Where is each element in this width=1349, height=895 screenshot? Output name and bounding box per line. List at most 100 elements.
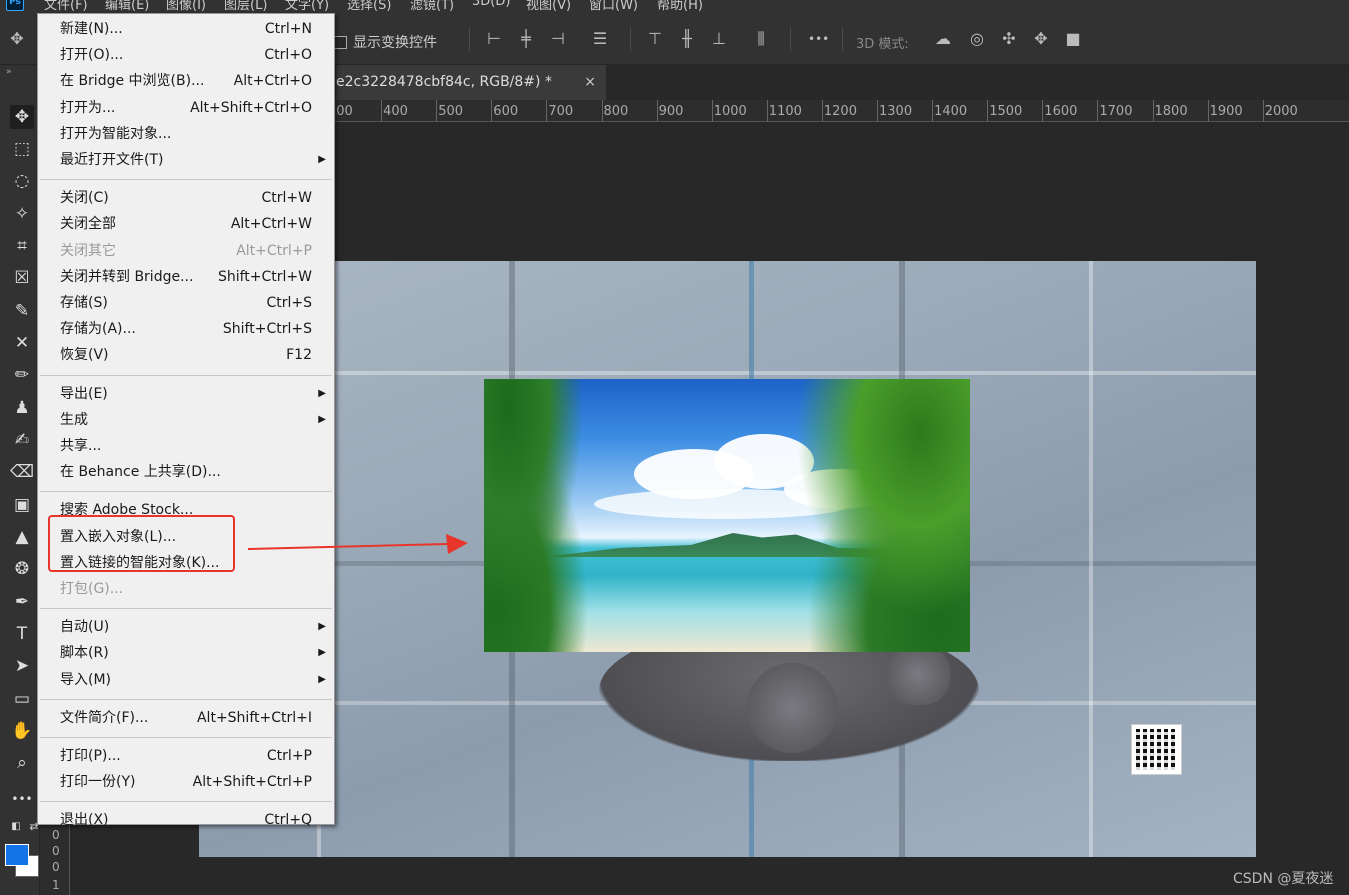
menu-item-shortcut: Ctrl+S bbox=[266, 295, 312, 311]
align-middle-v-icon[interactable]: ╫ bbox=[678, 30, 696, 48]
3d-slide-icon[interactable]: ✥ bbox=[1032, 30, 1050, 48]
move-tool-preset-icon[interactable]: ✥ bbox=[8, 30, 26, 48]
show-transform-controls-checkbox[interactable]: 显示变换控件 bbox=[334, 32, 437, 52]
document-canvas[interactable] bbox=[199, 261, 1256, 857]
gradient-tool-icon[interactable]: ▣ bbox=[10, 493, 34, 517]
menu-item[interactable]: 在 Behance 上共享(D)... bbox=[38, 460, 334, 484]
menu-item-label: 打开为... bbox=[60, 99, 116, 116]
blur-tool-icon[interactable]: ▲ bbox=[10, 525, 34, 549]
brush-tool-icon[interactable]: ✏ bbox=[10, 363, 34, 387]
placed-beach-image[interactable] bbox=[484, 379, 970, 652]
menu-help[interactable]: 帮助(H) bbox=[657, 0, 703, 13]
more-options-button[interactable]: ••• bbox=[808, 30, 829, 48]
distribute-icon[interactable]: ☰ bbox=[591, 30, 609, 48]
menu-edit[interactable]: 编辑(E) bbox=[105, 0, 149, 13]
ruler-tick bbox=[656, 100, 658, 122]
close-tab-icon[interactable]: × bbox=[584, 65, 596, 99]
menu-layer[interactable]: 图层(L) bbox=[224, 0, 267, 13]
crop-tool-icon[interactable]: ⌗ bbox=[10, 234, 34, 258]
marquee-tool-icon[interactable]: ⬚ bbox=[10, 137, 34, 161]
menu-item[interactable]: 关闭并转到 Bridge... Shift+Ctrl+W bbox=[38, 265, 334, 289]
menu-item[interactable]: 关闭(C) Ctrl+W bbox=[38, 186, 334, 210]
menu-image[interactable]: 图像(I) bbox=[166, 0, 206, 13]
menu-item[interactable]: 共享... bbox=[38, 434, 334, 458]
move-tool-icon[interactable]: ✥ bbox=[10, 105, 34, 129]
ruler-tick bbox=[1097, 100, 1099, 122]
3d-roll-icon[interactable]: ◎ bbox=[968, 30, 986, 48]
menu-item[interactable]: 生成 ▶ bbox=[38, 408, 334, 432]
menu-view[interactable]: 视图(V) bbox=[526, 0, 571, 13]
menu-item[interactable]: 自动(U) ▶ bbox=[38, 615, 334, 639]
stamp-tool-icon[interactable]: ♟ bbox=[10, 396, 34, 420]
checkbox-box[interactable] bbox=[334, 35, 347, 49]
path-selection-tool-icon[interactable]: ➤ bbox=[10, 654, 34, 678]
menu-item[interactable]: 打印(P)... Ctrl+P bbox=[38, 744, 334, 768]
hand-tool-icon[interactable]: ✋ bbox=[10, 719, 34, 743]
ruler-tick bbox=[821, 100, 823, 122]
menu-item[interactable]: 打开为智能对象... bbox=[38, 122, 334, 146]
ruler-tick bbox=[381, 100, 383, 122]
menu-item[interactable]: 导入(M) ▶ bbox=[38, 668, 334, 692]
foreground-color-swatch[interactable] bbox=[5, 844, 29, 866]
ruler-label: 600 bbox=[493, 104, 519, 119]
align-top-icon[interactable]: ⊤ bbox=[646, 30, 664, 48]
pen-tool-icon[interactable]: ✒ bbox=[10, 590, 34, 614]
ruler-tick bbox=[1152, 100, 1154, 122]
type-tool-icon[interactable]: T bbox=[10, 622, 34, 646]
ruler-tick bbox=[877, 100, 878, 122]
watermark-text: CSDN @夏夜迷 bbox=[1233, 871, 1334, 887]
menu-item[interactable]: 在 Bridge 中浏览(B)... Alt+Ctrl+O bbox=[38, 69, 334, 93]
zoom-tool-icon[interactable]: ⌕ bbox=[10, 751, 34, 775]
lasso-tool-icon[interactable]: ◌ bbox=[10, 169, 34, 193]
rectangle-tool-icon[interactable]: ▭ bbox=[10, 687, 34, 711]
submenu-arrow-icon: ▶ bbox=[318, 387, 326, 399]
healing-tool-icon[interactable]: ✕ bbox=[10, 331, 34, 355]
menu-file[interactable]: 文件(F) bbox=[44, 0, 88, 13]
menu-item-shortcut: Shift+Ctrl+S bbox=[222, 321, 312, 338]
menu-item-shortcut: Ctrl+P bbox=[266, 748, 312, 764]
3d-pan-icon[interactable]: ✣ bbox=[1000, 30, 1018, 48]
cat-paw-left bbox=[747, 663, 837, 753]
menu-item[interactable]: 文件简介(F)... Alt+Shift+Ctrl+I bbox=[38, 706, 334, 730]
menu-item[interactable]: 导出(E) ▶ bbox=[38, 382, 334, 406]
3d-orbit-icon[interactable]: ☁ bbox=[934, 30, 952, 48]
document-tab[interactable]: e2c3228478cbf84c, RGB/8#) * × bbox=[336, 65, 606, 100]
align-center-h-icon[interactable]: ╪ bbox=[517, 30, 535, 48]
frame-tool-icon[interactable]: ☒ bbox=[10, 266, 34, 290]
distribute-v-icon[interactable]: ⫼ bbox=[752, 30, 770, 48]
menu-item[interactable]: 恢复(V) F12 bbox=[38, 343, 334, 367]
history-brush-tool-icon[interactable]: ✍ bbox=[10, 428, 34, 452]
menu-window[interactable]: 窗口(W) bbox=[589, 0, 638, 13]
dodge-tool-icon[interactable]: ❂ bbox=[10, 557, 34, 581]
menu-item-label: 在 Bridge 中浏览(B)... bbox=[60, 73, 205, 90]
menu-item-label: 关闭(C) bbox=[60, 190, 109, 207]
menu-select[interactable]: 选择(S) bbox=[347, 0, 391, 13]
menu-item[interactable]: 脚本(R) ▶ bbox=[38, 641, 334, 665]
submenu-arrow-icon: ▶ bbox=[318, 154, 326, 165]
menu-item[interactable]: 存储(S) Ctrl+S bbox=[38, 291, 334, 315]
menu-item[interactable]: 打印一份(Y) Alt+Shift+Ctrl+P bbox=[38, 770, 334, 794]
menu-filter[interactable]: 滤镜(T) bbox=[410, 0, 454, 13]
align-bottom-icon[interactable]: ⊥ bbox=[710, 30, 728, 48]
menu-item-label: 关闭全部 bbox=[60, 216, 116, 233]
menu-separator bbox=[40, 801, 332, 803]
collapse-chevron-icon[interactable]: » bbox=[6, 67, 12, 77]
menu-item[interactable]: 最近打开文件(T) ▶ bbox=[38, 148, 334, 172]
magic-wand-tool-icon[interactable]: ✧ bbox=[10, 202, 34, 226]
menu-item[interactable]: 退出(X) Ctrl+Q bbox=[38, 808, 334, 832]
annotation-highlight-box bbox=[48, 515, 235, 572]
eraser-tool-icon[interactable]: ⌫ bbox=[10, 460, 34, 484]
menu-item[interactable]: 存储为(A)... Shift+Ctrl+S bbox=[38, 317, 334, 341]
3d-scale-icon[interactable]: ■ bbox=[1064, 30, 1082, 48]
menu-item[interactable]: 打开(O)... Ctrl+O bbox=[38, 43, 334, 67]
align-right-icon[interactable]: ⊣ bbox=[549, 30, 567, 48]
eyedropper-tool-icon[interactable]: ✎ bbox=[10, 299, 34, 323]
menu-type[interactable]: 文字(Y) bbox=[285, 0, 329, 13]
menu-item[interactable]: 打开为... Alt+Shift+Ctrl+O bbox=[38, 96, 334, 120]
edit-toolbar-icon[interactable]: ••• bbox=[10, 787, 34, 811]
menu-item[interactable]: 新建(N)... Ctrl+N bbox=[38, 17, 334, 41]
menu-item-label: 打开为智能对象... bbox=[60, 125, 172, 142]
align-left-icon[interactable]: ⊢ bbox=[485, 30, 503, 48]
menu-item[interactable]: 关闭全部 Alt+Ctrl+W bbox=[38, 212, 334, 236]
menu-3d[interactable]: 3D(D) bbox=[472, 0, 510, 9]
